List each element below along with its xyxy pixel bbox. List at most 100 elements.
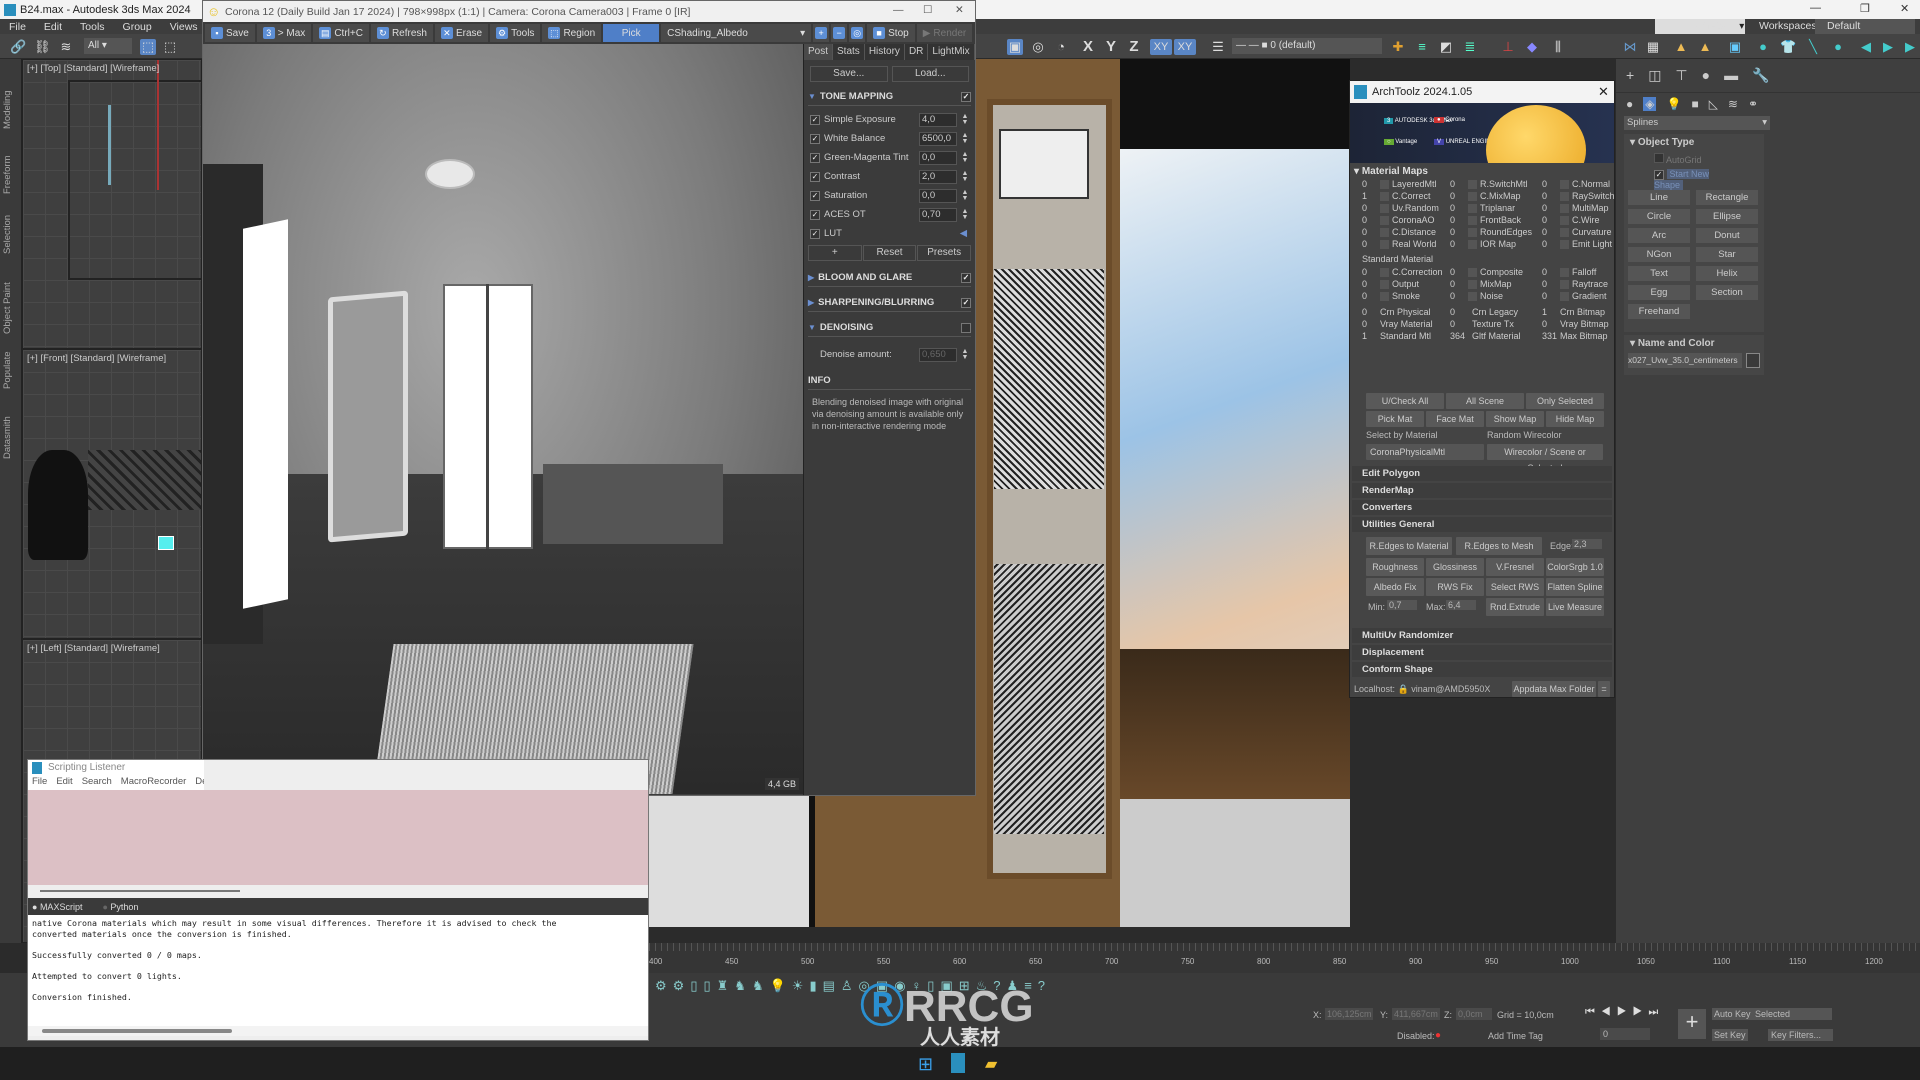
maximize-button[interactable]: ❐ <box>1860 2 1870 15</box>
map-checkbox[interactable] <box>1380 179 1389 189</box>
shape-button-section[interactable]: Section <box>1696 285 1758 300</box>
lut-expand-icon[interactable]: ◀ <box>960 228 967 239</box>
listener-menu-debugger[interactable]: De <box>195 776 204 789</box>
helpers-icon[interactable]: ◺ <box>1709 97 1718 111</box>
shapes-icon[interactable]: ◈ <box>1643 97 1657 111</box>
map-type-label[interactable]: C.Correct <box>1392 191 1450 201</box>
edge-input[interactable]: 2,3 <box>1572 539 1602 549</box>
utility-button[interactable]: V.Fresnel <box>1486 558 1544 576</box>
shape-button-text[interactable]: Text <box>1628 266 1690 281</box>
menu-views[interactable]: Views <box>161 21 207 33</box>
geometry-icon[interactable]: ● <box>1626 97 1633 111</box>
shape-button-ellipse[interactable]: Ellipse <box>1696 209 1758 224</box>
vfb-channel-dropdown[interactable]: CShading_Albedo ▾ <box>661 24 812 42</box>
file-explorer-icon[interactable]: ▰ <box>985 1054 997 1074</box>
param-value-input[interactable]: 0,0 <box>919 188 957 203</box>
spinner-icon[interactable]: ▲ ▼ <box>961 151 969 164</box>
quick-tool-icon[interactable]: ⚙ <box>655 978 667 994</box>
vfb-refresh-button[interactable]: ↻ Refresh <box>370 24 433 42</box>
snaps-toggle-icon[interactable]: ▣ <box>1007 39 1023 55</box>
map-checkbox[interactable] <box>1380 267 1389 277</box>
unlink-icon[interactable]: ⛓ <box>34 39 51 55</box>
map-checkbox[interactable] <box>1468 179 1477 189</box>
archtoolz-button[interactable]: Hide Map <box>1546 411 1604 427</box>
post-load-button[interactable]: Load... <box>891 66 969 82</box>
percent-snap-icon[interactable]: ◔ <box>1053 39 1069 55</box>
tone-mapping-checkbox[interactable]: ✓ <box>961 91 971 102</box>
spinner-icon[interactable]: ▲ ▼ <box>961 170 969 183</box>
map-type-label[interactable]: MultiMap <box>1572 203 1628 213</box>
bloom-checkbox[interactable]: ✓ <box>961 272 971 283</box>
layer-manager-icon[interactable]: ☰ <box>1210 39 1226 55</box>
map-checkbox[interactable] <box>1380 291 1389 301</box>
map-checkbox[interactable] <box>1560 191 1569 201</box>
utility-button[interactable]: Live Measure <box>1546 598 1604 616</box>
archtoolz-button[interactable]: All Scene <box>1446 393 1524 409</box>
ribbon-selection[interactable]: Selection <box>2 215 13 254</box>
map-checkbox[interactable] <box>1560 179 1569 189</box>
quick-tool-icon[interactable]: ♞ <box>752 978 764 994</box>
shape-button-line[interactable]: Line <box>1628 190 1690 205</box>
map-type-label[interactable]: Output <box>1392 279 1450 289</box>
shape-button-circle[interactable]: Circle <box>1628 209 1690 224</box>
archtoolz-button[interactable]: Pick Mat <box>1366 411 1424 427</box>
map-type-label[interactable]: Curvature <box>1572 227 1628 237</box>
map-checkbox[interactable] <box>1560 291 1569 301</box>
archtoolz-button[interactable]: Only Selected <box>1526 393 1604 409</box>
map-type-label[interactable]: Noise <box>1480 291 1542 301</box>
key-mode-dropdown[interactable]: Selected <box>1752 1008 1832 1020</box>
next-icon[interactable]: ▶ <box>1902 39 1918 55</box>
layers-icon[interactable]: ≡ <box>1414 39 1430 55</box>
reset-button[interactable]: Reset <box>862 245 917 261</box>
shape-button-egg[interactable]: Egg <box>1628 285 1690 300</box>
workspace-dropdown[interactable]: Default <box>1815 19 1915 34</box>
rollout-header[interactable]: MultiUv Randomizer <box>1352 628 1612 643</box>
map-checkbox[interactable] <box>1560 279 1569 289</box>
param-checkbox[interactable]: ✓ <box>810 114 820 125</box>
tab-dr[interactable]: DR <box>905 44 929 60</box>
link-icon[interactable]: 🔗 <box>10 39 26 55</box>
zoom-in-icon[interactable]: + <box>813 24 830 42</box>
utility-button[interactable]: Albedo Fix <box>1366 578 1424 596</box>
modify-tab-icon[interactable]: ◫ <box>1648 67 1661 84</box>
sharpening-checkbox[interactable]: ✓ <box>961 297 971 308</box>
rollout-header[interactable]: Displacement <box>1352 645 1612 660</box>
z-coordinate-field[interactable]: 0,0cm <box>1456 1008 1492 1020</box>
listener-menu-macrorecorder[interactable]: MacroRecorder <box>121 776 186 789</box>
utility-button[interactable]: Rnd.Extrude <box>1486 598 1544 616</box>
param-value-input[interactable]: 0,0 <box>919 150 957 165</box>
maxscript-radio[interactable]: ● MAXScript <box>32 902 82 912</box>
particle-icon[interactable]: ● <box>1830 39 1846 55</box>
bind-spacewarp-icon[interactable]: ≋ <box>58 39 74 55</box>
rollout-header[interactable]: Conform Shape <box>1352 662 1612 677</box>
tone-mapping-section[interactable]: ▼ TONE MAPPING ✓ <box>808 88 971 106</box>
tab-history[interactable]: History <box>865 44 905 60</box>
map-checkbox[interactable] <box>1380 215 1389 225</box>
axis-y[interactable]: Y <box>1103 39 1119 55</box>
viewport-top-label[interactable]: [+] [Top] [Standard] [Wireframe] <box>27 63 159 74</box>
menu-edit[interactable]: Edit <box>35 21 71 33</box>
menu-group[interactable]: Group <box>114 21 161 33</box>
render-frame-icon[interactable]: ● <box>1755 39 1771 55</box>
archtoolz-button[interactable]: Show Map <box>1486 411 1544 427</box>
spacewarps-icon[interactable]: ≋ <box>1728 97 1738 111</box>
vfb-save-button[interactable]: ▪ Save <box>205 24 255 42</box>
mirror-icon[interactable]: ⫼ <box>1550 39 1566 55</box>
ribbon-datasmith[interactable]: Datasmith <box>2 416 13 459</box>
map-checkbox[interactable] <box>1468 203 1477 213</box>
shape-button-ngon[interactable]: NGon <box>1628 247 1690 262</box>
listener-output[interactable]: native Corona materials which may result… <box>28 915 648 1026</box>
vfb-pick-button[interactable]: Pick <box>603 24 660 42</box>
quick-tool-icon[interactable]: 💡 <box>770 978 786 994</box>
select-layer-icon[interactable]: ◩ <box>1438 39 1454 55</box>
arch-hat-icon[interactable]: ▲ <box>1673 39 1689 55</box>
rollout-header[interactable]: Edit Polygon <box>1352 466 1612 481</box>
set-key-big-button[interactable]: + <box>1678 1009 1706 1039</box>
display-tab-icon[interactable]: ▬ <box>1724 67 1738 84</box>
vfb-erase-button[interactable]: ✕ Erase <box>434 24 489 42</box>
rollout-header[interactable]: Converters <box>1352 500 1612 515</box>
timeline-track[interactable]: 400 450 500 550 600 650 700 750 800 850 900 950 1000… <box>649 943 1920 973</box>
create-selection-set-icon[interactable]: ✚ <box>1390 39 1406 55</box>
windows-start-icon[interactable]: ⊞ <box>918 1054 933 1075</box>
utility-button[interactable]: RWS Fix <box>1426 578 1484 596</box>
